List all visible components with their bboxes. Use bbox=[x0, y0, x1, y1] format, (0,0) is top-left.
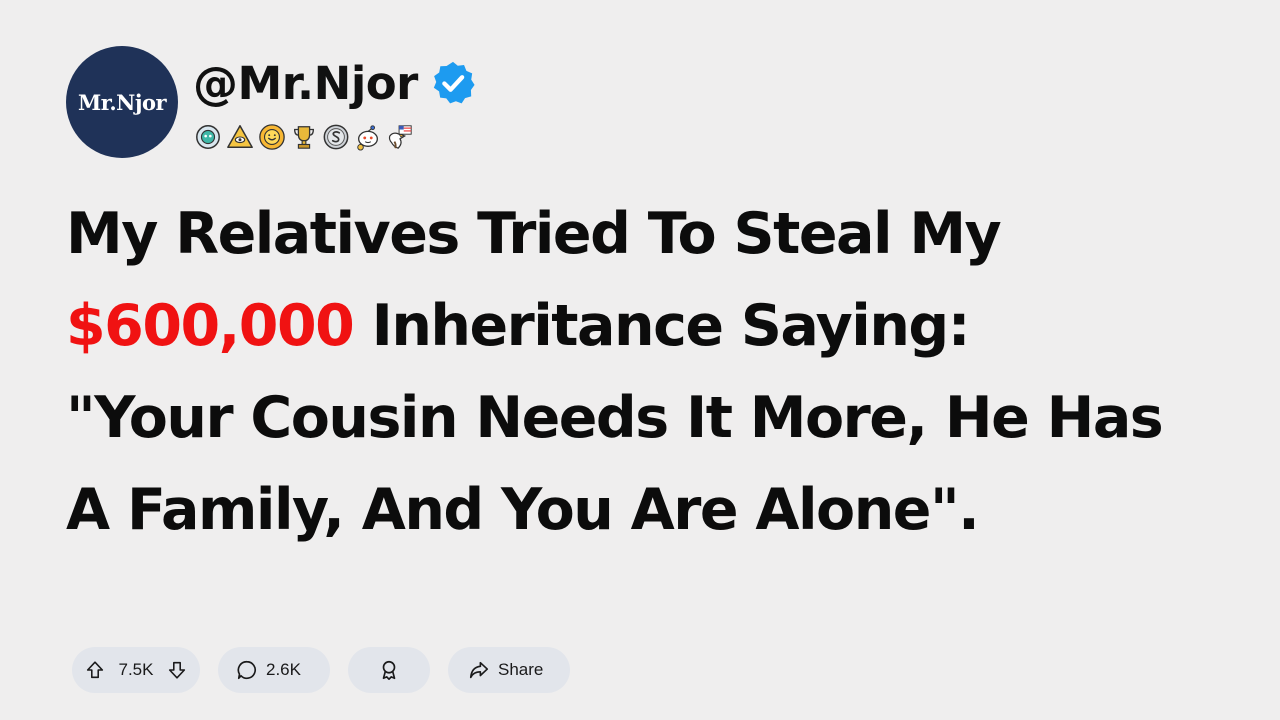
title-line-3: "Your Cousin Needs It More, He Has bbox=[66, 385, 1164, 451]
vote-control: 7.5K bbox=[72, 647, 200, 693]
username[interactable]: @Mr.Njor bbox=[193, 61, 418, 106]
upvote-count: 7.5K bbox=[118, 660, 154, 679]
trophy-badge-icon bbox=[289, 122, 319, 152]
post-title: My Relatives Tried To Steal My $600,000 … bbox=[66, 188, 1246, 556]
comments-button[interactable]: 2.6K bbox=[218, 647, 330, 693]
award-badges bbox=[193, 122, 476, 152]
title-line-2: $600,000 Inheritance Saying: bbox=[66, 280, 1246, 372]
upvote-arrow-icon bbox=[86, 661, 104, 679]
silver-coin-badge-icon bbox=[321, 122, 351, 152]
title-line-4: A Family, And You Are Alone". bbox=[66, 477, 980, 543]
post-card: Mr.Njor @Mr.Njor My Relatives Tried To S… bbox=[0, 0, 1280, 720]
post-header: @Mr.Njor bbox=[193, 52, 476, 152]
username-row: @Mr.Njor bbox=[193, 52, 476, 114]
action-bar: 7.5K 2.6K Share bbox=[72, 647, 570, 693]
avatar-text: Mr.Njor bbox=[77, 89, 167, 115]
comment-bubble-icon bbox=[237, 660, 256, 680]
snoo-badge-icon bbox=[193, 122, 223, 152]
helper-snoo-badge-icon bbox=[353, 122, 383, 152]
verified-badge-icon bbox=[433, 61, 475, 104]
comment-count: 2.6K bbox=[266, 660, 301, 679]
sun-face-badge-icon bbox=[257, 122, 287, 152]
share-label: Share bbox=[498, 660, 544, 679]
downvote-arrow-icon bbox=[168, 661, 186, 679]
award-ribbon-icon bbox=[382, 660, 396, 680]
downvote-button[interactable] bbox=[166, 659, 188, 681]
share-button[interactable]: Share bbox=[448, 647, 570, 693]
award-button[interactable] bbox=[348, 647, 430, 693]
pyramid-eye-badge-icon bbox=[225, 122, 255, 152]
upvote-button[interactable] bbox=[84, 659, 106, 681]
title-line-1: My Relatives Tried To Steal My bbox=[66, 201, 1002, 267]
eagle-flag-badge-icon bbox=[385, 122, 415, 152]
title-amount-highlight: $600,000 bbox=[66, 293, 355, 359]
share-arrow-icon bbox=[469, 661, 489, 679]
avatar[interactable]: Mr.Njor bbox=[66, 46, 178, 158]
title-line-2-rest: Inheritance Saying: bbox=[353, 293, 971, 359]
